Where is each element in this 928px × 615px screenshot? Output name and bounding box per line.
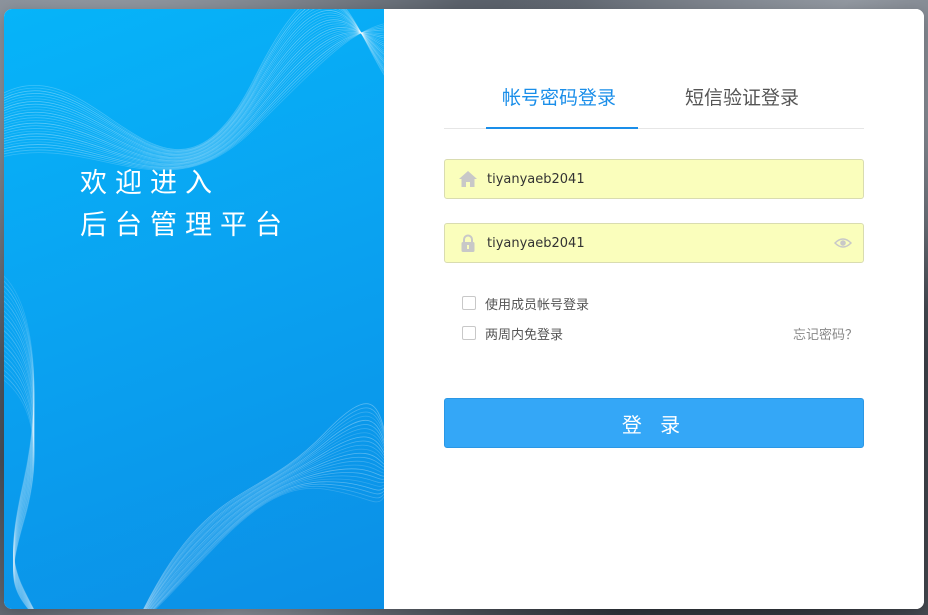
home-icon bbox=[459, 171, 477, 187]
member-login-option[interactable]: 使用成员帐号登录 bbox=[462, 294, 590, 313]
wave-line bbox=[4, 330, 35, 609]
wave-line bbox=[4, 285, 35, 609]
forgot-password-link[interactable]: 忘记密码？ bbox=[793, 324, 858, 343]
wave-line bbox=[4, 290, 35, 609]
active-tab-indicator bbox=[486, 127, 638, 129]
welcome-line-2: 后台管理平台 bbox=[80, 210, 290, 241]
login-card: 欢迎进入 后台管理平台 帐号密码登录 短信验证登录 tiyanyaeb2041 … bbox=[4, 9, 924, 609]
login-form-panel: 帐号密码登录 短信验证登录 使用成员帐号登录 bbox=[384, 9, 924, 609]
wave-line bbox=[4, 320, 35, 609]
login-tabs: 帐号密码登录 短信验证登录 bbox=[444, 69, 864, 129]
wave-line bbox=[4, 315, 35, 609]
welcome-panel: 欢迎进入 后台管理平台 bbox=[4, 9, 384, 609]
wave-line bbox=[150, 472, 384, 609]
welcome-text: 欢迎进入 后台管理平台 bbox=[80, 163, 290, 247]
lock-icon bbox=[461, 234, 475, 252]
wave-line bbox=[4, 305, 35, 609]
wave-lines-decoration bbox=[4, 9, 384, 609]
wave-line bbox=[4, 10, 384, 155]
wave-line bbox=[144, 424, 384, 609]
wave-line bbox=[4, 310, 35, 609]
login-button[interactable]: 登 录 bbox=[444, 398, 864, 448]
remember-login-option[interactable]: 两周内免登录 bbox=[462, 324, 564, 343]
password-field[interactable] bbox=[444, 223, 864, 263]
tab-sms-login[interactable]: 短信验证登录 bbox=[685, 83, 799, 124]
remember-login-checkbox[interactable] bbox=[462, 326, 476, 340]
wave-line bbox=[4, 14, 384, 157]
username-input[interactable] bbox=[487, 160, 827, 198]
tab-password-login[interactable]: 帐号密码登录 bbox=[502, 83, 616, 124]
welcome-line-1: 欢迎进入 bbox=[80, 168, 220, 199]
member-login-checkbox[interactable] bbox=[462, 296, 476, 310]
eye-icon[interactable] bbox=[834, 235, 852, 251]
wave-line bbox=[4, 32, 384, 166]
wave-line bbox=[4, 280, 35, 609]
username-field[interactable] bbox=[444, 159, 864, 199]
password-input[interactable] bbox=[487, 224, 827, 262]
remember-login-label: 两周内免登录 bbox=[485, 327, 564, 343]
wave-line bbox=[4, 27, 384, 162]
member-login-label: 使用成员帐号登录 bbox=[485, 297, 590, 313]
wave-line bbox=[4, 325, 35, 609]
